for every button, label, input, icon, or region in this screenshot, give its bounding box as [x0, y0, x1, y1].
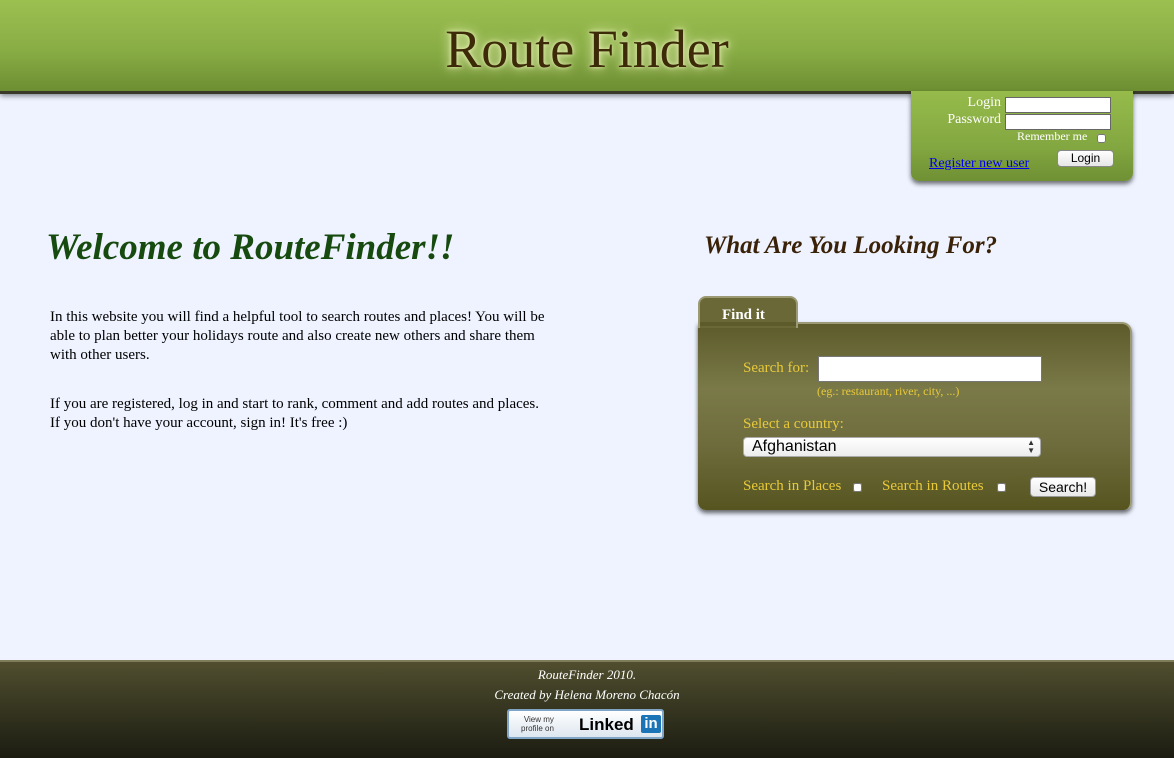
search-heading: What Are You Looking For? — [704, 232, 998, 259]
linkedin-in-icon: in — [641, 715, 661, 733]
remember-me-checkbox[interactable] — [1097, 134, 1106, 143]
country-select-value: Afghanistan — [752, 438, 837, 455]
linkedin-caption: View my profile on — [521, 715, 554, 733]
remember-me-label: Remember me — [1017, 129, 1088, 143]
search-button[interactable]: Search! — [1030, 477, 1096, 497]
linkedin-caption-line-1: View my — [523, 715, 554, 724]
search-in-places-label: Search in Places — [743, 478, 842, 494]
search-input[interactable] — [818, 356, 1042, 382]
register-new-user-link[interactable]: Register new user — [929, 156, 1029, 172]
password-label: Password — [947, 112, 1001, 127]
site-header: Route Finder — [0, 0, 1174, 94]
welcome-paragraph-2: If you are registered, log in and start … — [50, 396, 540, 431]
search-for-label: Search for: — [743, 360, 810, 376]
page: Route Finder Login Password Remember me … — [0, 0, 1174, 758]
footer-copyright: RouteFinder 2010. — [537, 667, 637, 682]
welcome-paragraph-1: In this website you will find a helpful … — [50, 309, 545, 363]
select-arrows-icon: ▲ ▼ — [1027, 438, 1035, 455]
linkedin-caption-line-2: profile on — [521, 724, 554, 733]
search-in-routes-checkbox[interactable] — [997, 483, 1006, 492]
welcome-title: Welcome to RouteFinder!! — [46, 227, 455, 268]
site-title: Route Finder — [445, 19, 729, 79]
country-select[interactable]: Afghanistan ▲ ▼ — [743, 437, 1041, 457]
login-button[interactable]: Login — [1057, 150, 1114, 167]
linkedin-wordmark: Linked — [579, 715, 634, 734]
search-in-places-checkbox[interactable] — [853, 483, 862, 492]
footer-credit: Created by Helena Moreno Chacón — [494, 687, 680, 702]
linkedin-profile-button[interactable]: View my profile on Linked in — [507, 709, 664, 739]
tab-panel-join — [700, 322, 796, 326]
login-username-input[interactable] — [1005, 97, 1111, 113]
login-panel: Login Password Remember me Register new … — [911, 91, 1133, 181]
search-in-routes-label: Search in Routes — [882, 478, 984, 494]
login-password-input[interactable] — [1005, 114, 1111, 130]
login-label: Login — [967, 95, 1001, 110]
search-hint: (eg.: restaurant, river, city, ...) — [817, 384, 960, 398]
select-country-label: Select a country: — [743, 416, 844, 432]
